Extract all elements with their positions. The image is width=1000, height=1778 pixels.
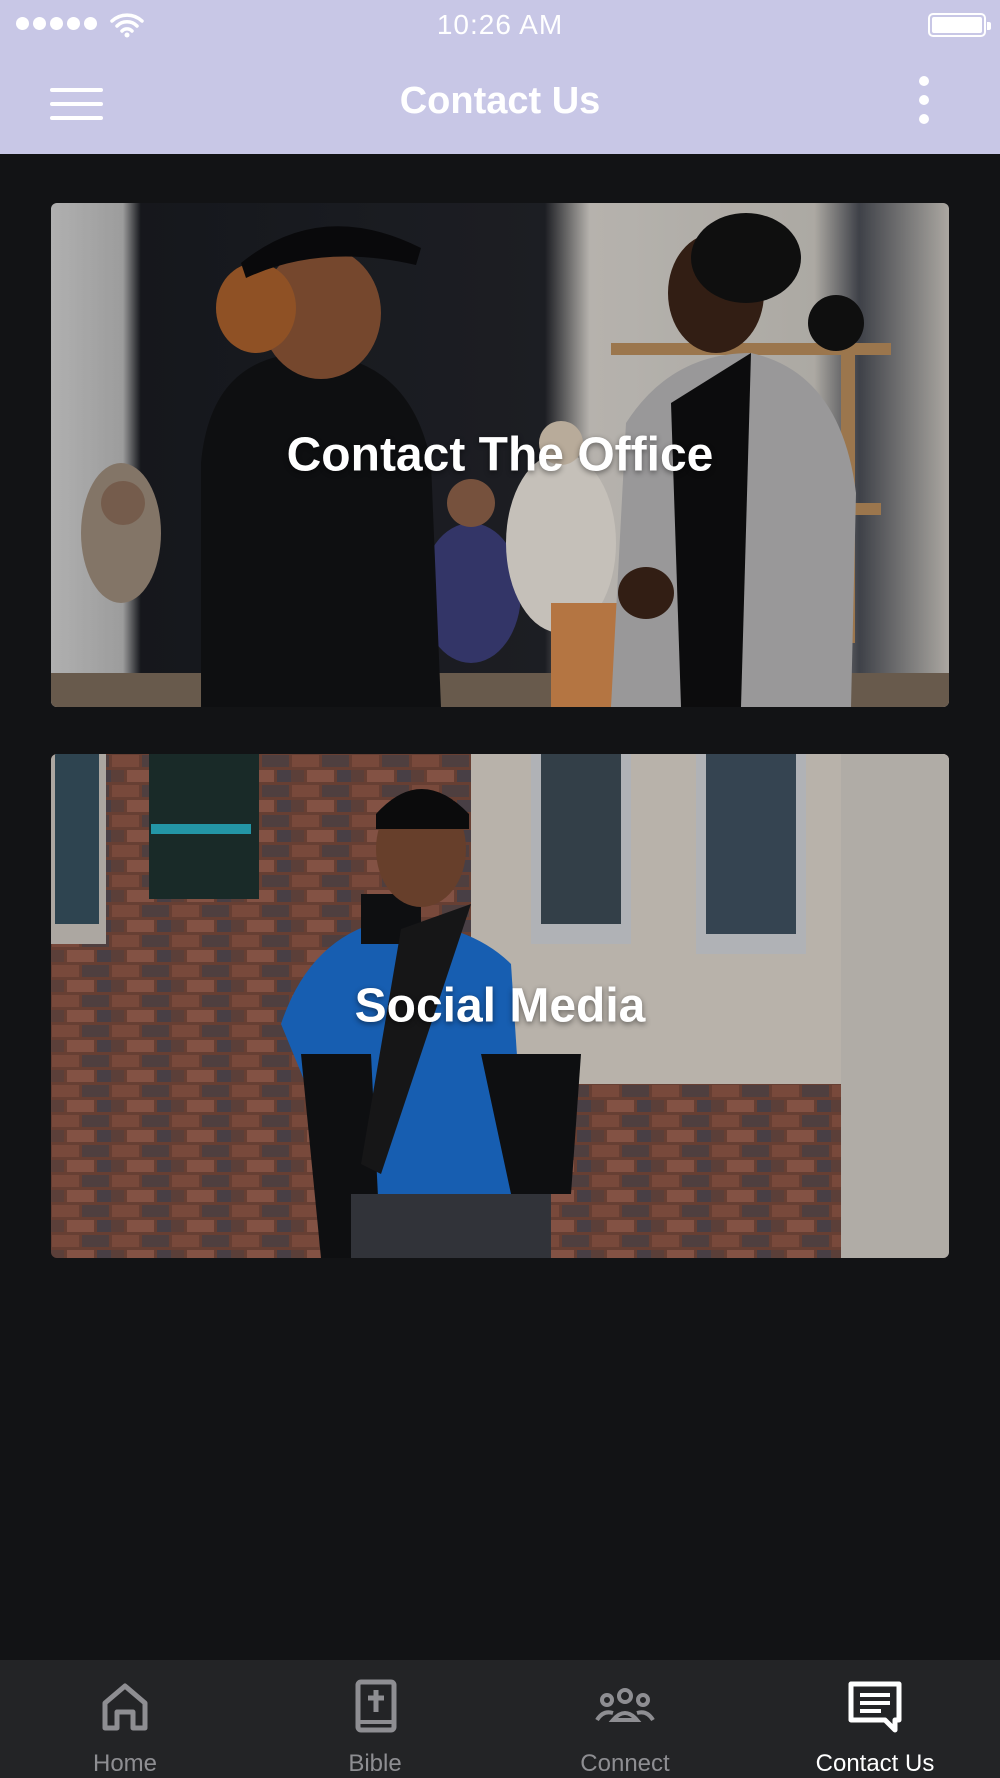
tab-bible[interactable]: Bible xyxy=(250,1660,500,1778)
bible-icon xyxy=(355,1679,397,1733)
tab-connect[interactable]: Connect xyxy=(500,1660,750,1778)
social-media-card[interactable]: Social Media xyxy=(51,754,949,1258)
tab-home-label: Home xyxy=(92,1750,158,1777)
contact-office-label: Contact The Office xyxy=(286,428,714,482)
bottom-tab-bar: Home Bible Connect Contact Us xyxy=(0,1660,1000,1778)
home-icon xyxy=(102,1683,148,1731)
tab-home[interactable]: Home xyxy=(0,1660,250,1778)
tab-contact-us[interactable]: Contact Us xyxy=(750,1660,1000,1778)
tab-contact-us-label: Contact Us xyxy=(815,1750,935,1777)
more-vertical-icon[interactable] xyxy=(910,74,940,130)
status-bar: 10:26 AM xyxy=(0,0,1000,50)
group-icon xyxy=(595,1688,655,1722)
top-bar: 10:26 AM Contact Us xyxy=(0,0,1000,154)
page-title: Contact Us xyxy=(399,80,601,122)
social-media-label: Social Media xyxy=(354,979,646,1033)
tab-bible-label: Bible xyxy=(348,1750,402,1777)
battery-icon xyxy=(928,13,991,37)
message-icon xyxy=(848,1681,902,1733)
tab-connect-label: Connect xyxy=(580,1750,670,1777)
status-time: 10:26 AM xyxy=(436,9,564,40)
app-header: Contact Us xyxy=(0,50,1000,154)
contact-us-screen: 10:26 AM Contact Us Contact The Office S… xyxy=(0,0,1000,1778)
contact-office-card[interactable]: Contact The Office xyxy=(51,203,949,707)
